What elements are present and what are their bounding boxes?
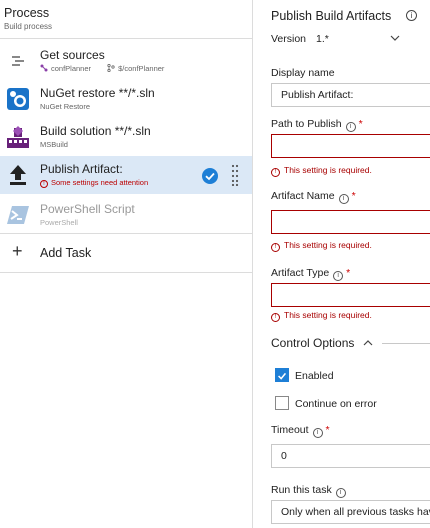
pane-separator[interactable] (252, 0, 253, 528)
info-icon[interactable]: i (338, 194, 349, 204)
version-selector[interactable]: Version 1.* (271, 33, 329, 45)
required-marker: * (325, 424, 330, 436)
artifact-name-error: ! This setting is required. (271, 240, 372, 252)
process-title: Process (4, 6, 50, 20)
task-name: Get sources (40, 48, 105, 62)
repository-name: confPlanner (51, 64, 92, 73)
task-build-solution[interactable]: Build solution **/*.sln MSBuild (0, 118, 252, 156)
branch-icon (107, 64, 115, 72)
task-name: Publish Artifact: (40, 162, 123, 176)
run-this-task-label: Run this task i (271, 484, 346, 498)
checkmark-icon (278, 372, 287, 380)
task-name: NuGet restore **/*.sln (40, 86, 155, 100)
path-to-publish-label-text: Path to Publish (271, 118, 342, 130)
required-marker: * (346, 267, 351, 279)
timeout-label: Timeout i * (271, 424, 330, 438)
task-subtitle: MSBuild (40, 140, 68, 149)
path-to-publish-input[interactable] (271, 134, 430, 158)
section-divider (382, 343, 430, 344)
artifact-type-label-text: Artifact Type (271, 267, 330, 279)
warning-icon: ! (40, 180, 48, 188)
artifact-name-label-text: Artifact Name (271, 190, 335, 202)
display-name-label: Display name (271, 67, 335, 79)
info-icon[interactable]: i (345, 122, 356, 132)
drag-handle-icon[interactable] (231, 164, 239, 186)
continue-on-error-checkbox[interactable] (275, 396, 289, 410)
required-marker: * (351, 190, 356, 202)
control-options-header[interactable]: Control Options (271, 336, 354, 350)
panel-title: Publish Build Artifacts (271, 9, 392, 23)
info-icon[interactable]: i (333, 271, 344, 281)
error-text: This setting is required. (284, 310, 372, 320)
repository-icon (40, 64, 48, 72)
add-task-button[interactable]: + Add Task (0, 234, 252, 272)
plus-icon: + (12, 241, 23, 261)
version-label: Version (271, 33, 307, 45)
artifact-name-input[interactable] (271, 210, 430, 234)
process-subtitle: Build process (4, 22, 53, 31)
artifact-type-select[interactable] (271, 283, 430, 307)
path-to-publish-label: Path to Publish i * (271, 118, 363, 132)
error-icon: ! (271, 168, 280, 177)
info-icon[interactable]: i (406, 10, 417, 21)
branch-name: $/confPlanner (118, 64, 165, 73)
error-text: This setting is required. (284, 165, 372, 175)
task-subtitle: PowerShell (40, 218, 78, 227)
error-text: This setting is required. (284, 240, 372, 250)
display-name-label-text: Display name (271, 67, 335, 79)
msbuild-icon (7, 126, 29, 148)
task-get-sources[interactable]: Get sources confPlanner $/confPlanner (0, 42, 252, 80)
divider (0, 38, 252, 39)
task-nuget-restore[interactable]: NuGet restore **/*.sln NuGet Restore (0, 80, 252, 118)
artifact-name-label: Artifact Name i * (271, 190, 356, 204)
task-powershell-script[interactable]: PowerShell Script PowerShell (0, 196, 252, 234)
divider (0, 272, 252, 273)
enabled-checkbox[interactable] (275, 368, 289, 382)
run-this-task-label-text: Run this task (271, 484, 332, 496)
task-subtitle: confPlanner $/confPlanner (40, 64, 178, 73)
publish-artifact-icon (10, 165, 26, 185)
info-icon[interactable]: i (312, 428, 323, 438)
task-name: PowerShell Script (40, 202, 135, 216)
get-sources-icon (12, 56, 24, 66)
task-name: Build solution **/*.sln (40, 124, 151, 138)
warning-text: Some settings need attention (51, 178, 149, 187)
required-marker: * (358, 118, 363, 130)
add-task-label: Add Task (40, 246, 92, 260)
task-subtitle: NuGet Restore (40, 102, 91, 111)
continue-on-error-label: Continue on error (295, 398, 377, 410)
error-icon: ! (271, 243, 280, 252)
display-name-input[interactable]: Publish Artifact: (271, 83, 430, 107)
run-this-task-select[interactable]: Only when all previous tasks have succee… (271, 500, 430, 524)
timeout-label-text: Timeout (271, 424, 309, 436)
artifact-type-error: ! This setting is required. (271, 310, 372, 322)
info-icon[interactable]: i (335, 488, 346, 498)
powershell-icon (7, 206, 29, 224)
enabled-label: Enabled (295, 370, 334, 382)
process-header[interactable]: Process Build process (4, 6, 52, 31)
chevron-down-icon[interactable] (389, 33, 401, 43)
task-enabled-check-icon[interactable] (202, 168, 218, 184)
process-pane: Process Build process Get sources confPl… (0, 0, 252, 528)
path-to-publish-error: ! This setting is required. (271, 165, 372, 177)
version-value: 1.* (316, 33, 329, 45)
chevron-up-icon[interactable] (362, 338, 374, 348)
error-icon: ! (271, 313, 280, 322)
timeout-input[interactable]: 0 (271, 444, 430, 468)
nuget-icon (7, 88, 29, 110)
task-warning: ! Some settings need attention (40, 178, 148, 188)
artifact-type-label: Artifact Type i * (271, 267, 350, 281)
